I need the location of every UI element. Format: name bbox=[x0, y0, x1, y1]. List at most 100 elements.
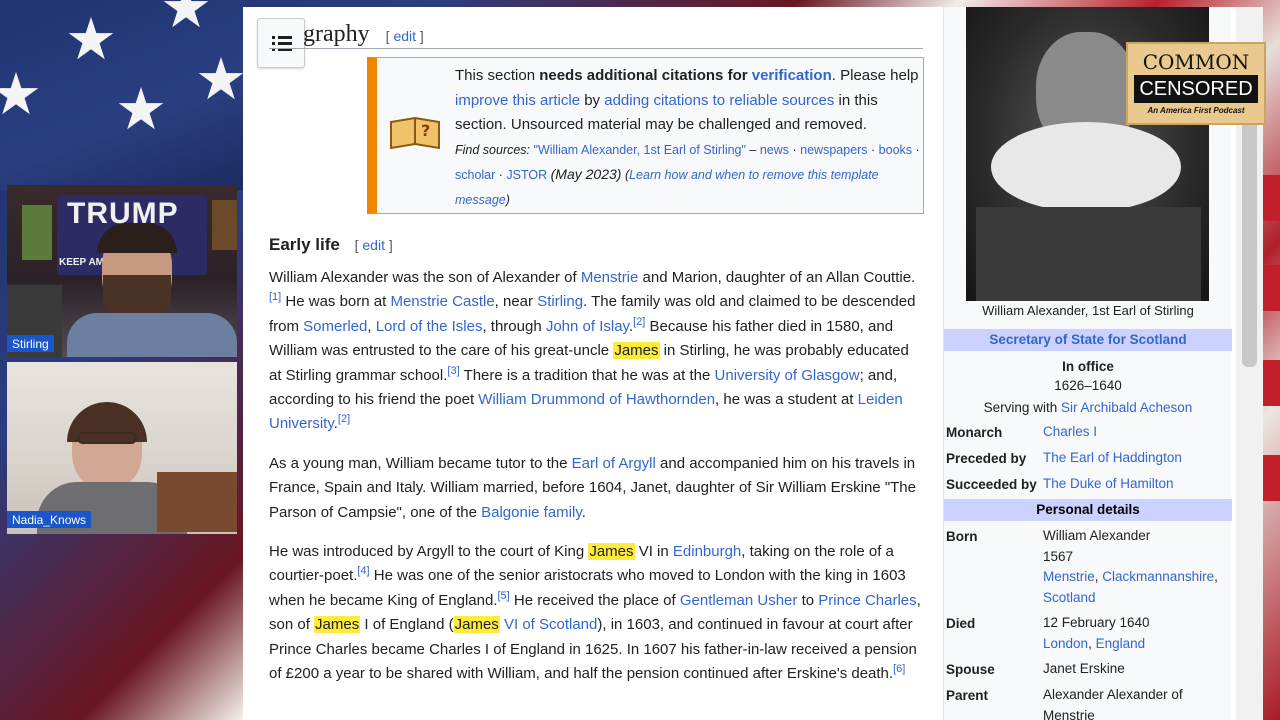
reference-link[interactable]: [1] bbox=[269, 291, 281, 303]
balgonie-link[interactable]: Balgonie family bbox=[481, 504, 582, 521]
infobox-office-header: Secretary of State for Scotland bbox=[944, 329, 1232, 351]
beard bbox=[103, 275, 171, 317]
newspapers-link[interactable]: newspapers bbox=[800, 143, 867, 157]
edit-link[interactable]: edit bbox=[362, 237, 385, 253]
parent-value: Alexander Alexander of Menstrie bbox=[1043, 687, 1183, 720]
reference-link[interactable]: [4] bbox=[357, 565, 369, 577]
logo-text: CENSORED bbox=[1134, 75, 1258, 103]
glasses bbox=[77, 432, 137, 444]
preceded-link[interactable]: The Earl of Haddington bbox=[1043, 450, 1182, 465]
section-title: graphy bbox=[303, 21, 370, 47]
star-icon: ★ bbox=[115, 75, 167, 143]
paragraph-early-life-3: He was introduced by Argyll to the court… bbox=[269, 543, 921, 683]
heading-divider bbox=[269, 48, 923, 49]
trump-flag-subtext: KEEP AM bbox=[59, 257, 105, 268]
logo-tagline: An America First Podcast bbox=[1147, 106, 1245, 115]
search-highlight: James bbox=[613, 342, 660, 360]
search-query-link[interactable]: "William Alexander, 1st Earl of Stirling… bbox=[534, 143, 746, 157]
edit-link[interactable]: edit bbox=[393, 28, 416, 44]
hoodie bbox=[67, 313, 237, 357]
acheson-link[interactable]: Sir Archibald Acheson bbox=[1061, 400, 1192, 415]
citation-notice: ? This section needs additional citation… bbox=[367, 57, 924, 214]
search-highlight: James bbox=[314, 616, 361, 634]
gentleman-usher-link[interactable]: Gentleman Usher bbox=[680, 592, 798, 609]
paragraph-early-life-2: As a young man, William became tutor to … bbox=[269, 455, 916, 521]
office-link[interactable]: Secretary of State for Scotland bbox=[989, 332, 1186, 347]
svg-text:?: ? bbox=[421, 121, 430, 140]
monarch-link[interactable]: Charles I bbox=[1043, 424, 1097, 439]
preceded-label: Preceded by bbox=[946, 451, 1027, 466]
cam-label-stirling: Stirling bbox=[7, 335, 54, 352]
reference-link[interactable]: [6] bbox=[893, 663, 905, 675]
london-link[interactable]: London bbox=[1043, 636, 1088, 651]
died-value: 12 February 1640 London, England bbox=[1043, 615, 1150, 651]
born-value: William Alexander 1567 Menstrie, Clackmann… bbox=[1043, 528, 1218, 605]
logo-text: COMMON bbox=[1142, 50, 1250, 74]
webcam-nadia bbox=[7, 362, 237, 534]
john-of-islay-link[interactable]: John of Islay bbox=[546, 318, 629, 335]
verification-link[interactable]: verification bbox=[752, 67, 832, 84]
cam-label-nadia: Nadia_Knows bbox=[7, 511, 92, 528]
search-highlight: James bbox=[453, 616, 500, 634]
clackmannanshire-link[interactable]: Clackmannanshire bbox=[1102, 569, 1214, 584]
paragraph-early-life-1: William Alexander was the son of Alexand… bbox=[269, 269, 916, 433]
scholar-link[interactable]: scholar bbox=[455, 168, 495, 182]
succeeded-link[interactable]: The Duke of Hamilton bbox=[1043, 476, 1174, 491]
news-link[interactable]: news bbox=[760, 143, 789, 157]
portrait-ruff bbox=[991, 122, 1181, 212]
menstrie-link[interactable]: Menstrie bbox=[581, 269, 639, 286]
reference-link[interactable]: [3] bbox=[447, 365, 459, 377]
spouse-value: Janet Erskine bbox=[1043, 661, 1125, 676]
personal-details-header: Personal details bbox=[944, 499, 1232, 521]
lord-of-the-isles-link[interactable]: Lord of the Isles bbox=[376, 318, 483, 335]
died-label: Died bbox=[946, 616, 976, 631]
webcam-stirling: TRUMP -2 KEEP AM bbox=[7, 185, 237, 357]
poster bbox=[22, 205, 52, 260]
spouse-label: Spouse bbox=[946, 662, 995, 677]
monarch-label: Monarch bbox=[946, 425, 1003, 440]
glasgow-link[interactable]: University of Glasgow bbox=[715, 367, 860, 384]
menstrie-link[interactable]: Menstrie bbox=[1043, 569, 1095, 584]
citation-notice-text: This section needs additional citations … bbox=[455, 67, 920, 207]
star-icon: ★ bbox=[65, 5, 117, 73]
born-label: Born bbox=[946, 529, 978, 544]
books-link[interactable]: books bbox=[879, 143, 912, 157]
subsection-heading: Early life [ edit ] bbox=[269, 235, 393, 254]
james-vi-link[interactable]: VI of Scotland bbox=[500, 616, 597, 633]
subsection-title: Early life bbox=[269, 235, 340, 254]
book-question-icon: ? bbox=[390, 116, 440, 150]
menstrie-castle-link[interactable]: Menstrie Castle bbox=[390, 293, 494, 310]
common-censored-logo: COMMON CENSORED An America First Podcast bbox=[1126, 42, 1266, 125]
star-icon: ★ bbox=[195, 45, 247, 113]
in-office-label: In office bbox=[1062, 359, 1114, 374]
reference-link[interactable]: [2] bbox=[338, 413, 350, 425]
reference-link[interactable]: [2] bbox=[633, 316, 645, 328]
scotland-link[interactable]: Scotland bbox=[1043, 590, 1096, 605]
stirling-link[interactable]: Stirling bbox=[537, 293, 583, 310]
somerled-link[interactable]: Somerled bbox=[303, 318, 367, 335]
list-icon bbox=[272, 36, 292, 51]
england-link[interactable]: England bbox=[1096, 636, 1146, 651]
star-icon: ★ bbox=[160, 0, 212, 41]
adding-citations-link[interactable]: adding citations to reliable sources bbox=[604, 92, 834, 109]
section-heading: graphy [ edit ] bbox=[303, 21, 424, 47]
star-icon: ★ bbox=[0, 60, 42, 128]
poster bbox=[212, 200, 237, 250]
parent-label: Parent bbox=[946, 688, 989, 703]
prince-charles-link[interactable]: Prince Charles bbox=[818, 592, 916, 609]
reference-link[interactable]: [5] bbox=[498, 590, 510, 602]
wikipedia-article: graphy [ edit ] ? This section needs add… bbox=[243, 7, 1236, 720]
earl-of-argyll-link[interactable]: Earl of Argyll bbox=[572, 455, 656, 472]
jstor-link[interactable]: JSTOR bbox=[506, 168, 547, 182]
succeeded-label: Succeeded by bbox=[946, 477, 1037, 492]
improve-link[interactable]: improve this article bbox=[455, 92, 580, 109]
toc-toggle-button[interactable] bbox=[257, 18, 305, 68]
edinburgh-link[interactable]: Edinburgh bbox=[673, 543, 741, 560]
drummond-link[interactable]: William Drummond of Hawthornden bbox=[478, 391, 715, 408]
serving-with: Serving with Sir Archibald Acheson bbox=[983, 400, 1193, 415]
portrait-doublet bbox=[976, 207, 1201, 301]
flag-canton: ★ ★ ★ ★ ★ bbox=[0, 0, 247, 190]
search-highlight: James bbox=[588, 543, 635, 560]
office-years: 1626–1640 bbox=[1054, 378, 1122, 393]
chair bbox=[157, 472, 237, 532]
